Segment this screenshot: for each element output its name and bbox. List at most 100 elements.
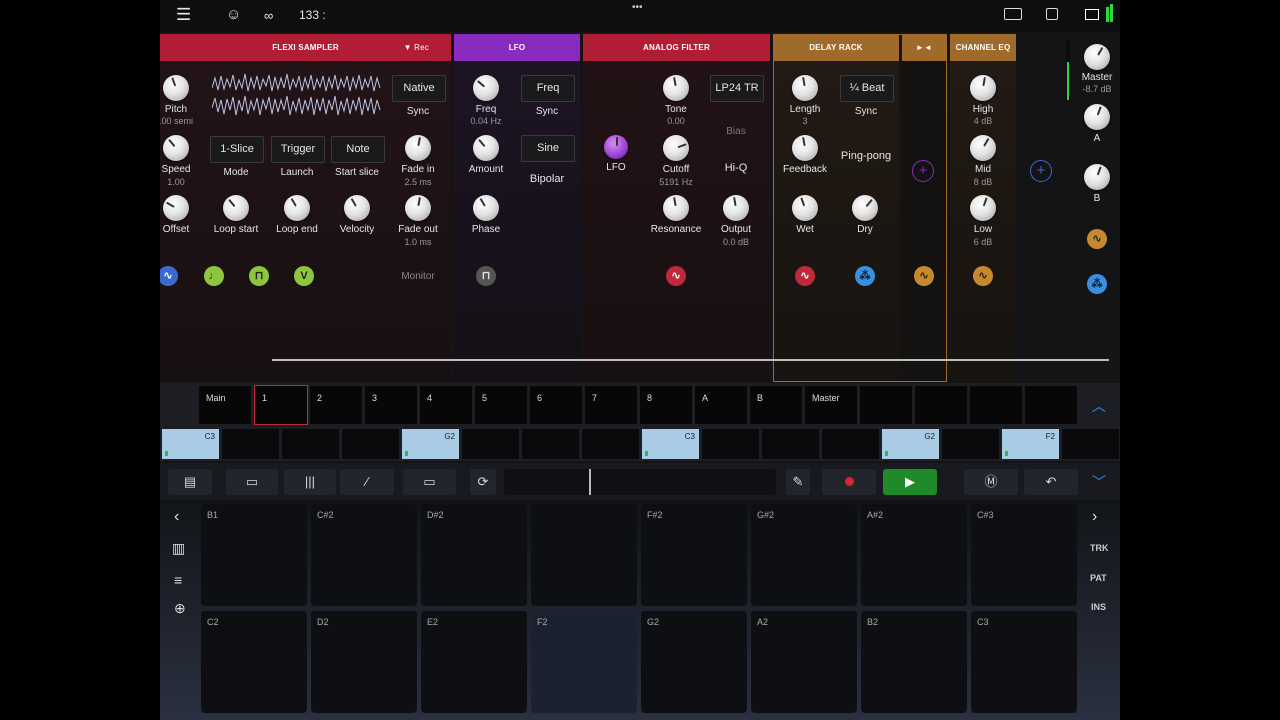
mini-module-header[interactable]: ►◄ (902, 34, 946, 61)
start-slice-button[interactable]: Note (331, 136, 385, 163)
launch-button[interactable]: Trigger (271, 136, 325, 163)
gate-mod-icon[interactable]: ⊓ (249, 266, 269, 286)
pattern-slot[interactable]: G2 (882, 429, 939, 459)
send-a-knob[interactable] (1084, 104, 1110, 130)
drum-pad[interactable]: G2 (641, 611, 747, 713)
velocity-knob[interactable] (344, 195, 370, 221)
lfo-mod-knob[interactable] (604, 135, 628, 159)
rack-scrollbar[interactable] (272, 359, 1109, 361)
track-button[interactable]: B (750, 386, 802, 424)
menu-icon[interactable]: ≡ (174, 572, 182, 588)
pitch-knob[interactable] (163, 75, 189, 101)
length-knob[interactable] (792, 75, 818, 101)
pat-button[interactable]: PAT (1090, 573, 1107, 583)
lfo-freq-knob[interactable] (473, 75, 499, 101)
sine-mod-icon[interactable]: ∿ (795, 266, 815, 286)
drum-pad[interactable] (531, 504, 637, 606)
filter-type-button[interactable]: LP24 TR (710, 75, 764, 102)
beat-button[interactable]: ¼ Beat (840, 75, 894, 102)
loop-end-knob[interactable] (284, 195, 310, 221)
tone-knob[interactable] (663, 75, 689, 101)
ins-button[interactable]: INS (1091, 602, 1106, 612)
undo-icon[interactable]: ↶ (1024, 469, 1078, 495)
drum-pad[interactable]: A#2 (861, 504, 967, 606)
loop-start-knob[interactable] (223, 195, 249, 221)
add-icon[interactable]: ⊕ (174, 600, 186, 617)
tempo-display[interactable]: 133 : (299, 8, 326, 22)
smiley-icon[interactable]: ☺ (226, 6, 241, 23)
pattern-view-icon[interactable]: ▭ (403, 469, 456, 495)
track-button[interactable]: Main (199, 386, 251, 424)
eq-high-knob[interactable] (970, 75, 996, 101)
midi-mod-icon[interactable]: ⁂ (855, 266, 875, 286)
pattern-slot[interactable] (582, 429, 639, 459)
drum-pad[interactable]: F2 (531, 611, 637, 713)
waveform-display[interactable] (211, 70, 382, 120)
tape-loop-icon[interactable]: ∞ (264, 8, 273, 23)
drag-handle-icon[interactable]: ••• (632, 2, 643, 13)
pattern-slot[interactable] (462, 429, 519, 459)
pattern-slot[interactable] (222, 429, 279, 459)
pattern-slot[interactable] (342, 429, 399, 459)
track-button[interactable]: Master (805, 386, 857, 424)
lfo-amount-knob[interactable] (473, 135, 499, 161)
rec-button[interactable]: ▼ Rec (404, 34, 429, 61)
monitor-button[interactable]: Monitor (392, 271, 444, 282)
drum-pad[interactable]: C3 (971, 611, 1077, 713)
note-mod-icon[interactable]: ♩ (204, 266, 224, 286)
drum-pad[interactable]: C2 (201, 611, 307, 713)
pattern-slot[interactable]: C3 (162, 429, 219, 459)
lfo-header[interactable]: LFO (454, 34, 580, 61)
drum-pad[interactable]: F#2 (641, 504, 747, 606)
drum-pad[interactable]: B2 (861, 611, 967, 713)
pattern-slot[interactable] (822, 429, 879, 459)
track-button[interactable]: 6 (530, 386, 582, 424)
metronome-icon[interactable]: Ⓜ (964, 469, 1018, 495)
add-slot-icon[interactable]: + (912, 160, 934, 182)
lfo-shape-button[interactable]: Sine (521, 135, 575, 162)
chevron-down-icon[interactable]: ﹀ (1092, 472, 1106, 492)
trk-button[interactable]: TRK (1090, 543, 1109, 553)
lfo-phase-knob[interactable] (473, 195, 499, 221)
drum-pad[interactable]: A2 (751, 611, 857, 713)
pattern-slot[interactable] (282, 429, 339, 459)
bias-label[interactable]: Bias (710, 126, 762, 137)
track-button[interactable]: A (695, 386, 747, 424)
eq-mid-knob[interactable] (970, 135, 996, 161)
analog-filter-header[interactable]: Analog filter (583, 34, 770, 61)
track-button[interactable]: 3 (365, 386, 417, 424)
layout-icon[interactable]: ▭ (226, 469, 278, 495)
pattern-slot[interactable]: C3 (642, 429, 699, 459)
drum-pad[interactable]: G#2 (751, 504, 857, 606)
offset-knob[interactable] (163, 195, 189, 221)
record-button[interactable] (822, 469, 876, 495)
track-button[interactable] (915, 386, 967, 424)
speed-knob[interactable] (163, 135, 189, 161)
pattern-slot[interactable] (1062, 429, 1119, 459)
cutoff-knob[interactable] (663, 135, 689, 161)
eq-low-knob[interactable] (970, 195, 996, 221)
track-button[interactable]: 5 (475, 386, 527, 424)
sine-mod-icon[interactable]: ∿ (160, 266, 178, 286)
lfo-freq-mode-button[interactable]: Freq (521, 75, 575, 102)
pattern-slot[interactable] (522, 429, 579, 459)
list-icon[interactable]: ▤ (168, 469, 212, 495)
native-button[interactable]: Native (392, 75, 446, 102)
edit-icon[interactable]: ✎ (786, 469, 810, 495)
resonance-knob[interactable] (663, 195, 689, 221)
mode-button[interactable]: 1-Slice (210, 136, 264, 163)
timeline-scrubber[interactable] (504, 469, 776, 495)
track-button[interactable]: 1 (254, 385, 308, 425)
playhead[interactable] (589, 469, 591, 495)
piano-icon[interactable]: ▥ (172, 540, 185, 557)
dry-knob[interactable] (852, 195, 878, 221)
track-button[interactable] (860, 386, 912, 424)
automation-icon[interactable]: ∕ (340, 469, 394, 495)
delay-rack-header[interactable]: Delay rack (773, 34, 899, 61)
drum-pad[interactable]: C#2 (311, 504, 417, 606)
drum-pad[interactable]: D2 (311, 611, 417, 713)
pattern-slot[interactable]: G2 (402, 429, 459, 459)
drum-pad[interactable]: D#2 (421, 504, 527, 606)
ping-pong-toggle[interactable]: Ping-pong (835, 150, 897, 162)
chevron-right-icon[interactable]: › (1092, 508, 1097, 526)
